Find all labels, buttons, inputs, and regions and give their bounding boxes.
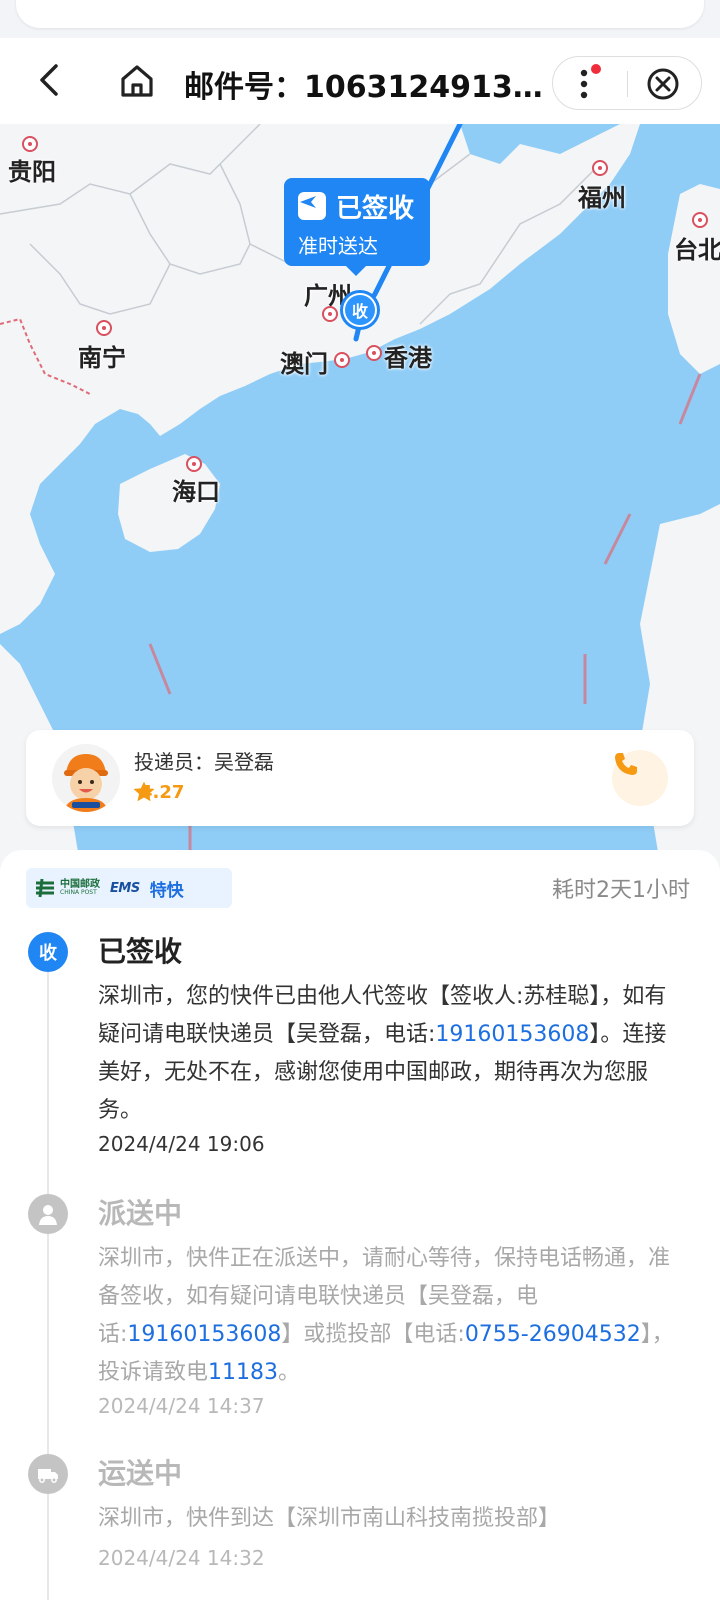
event-description: 深圳市，快件到达【深圳市南山科技南揽投部】 xyxy=(98,1500,684,1538)
header-bar: 邮件号：1063124913... xyxy=(0,38,720,124)
event-time: 2024/4/24 19:06 xyxy=(98,1132,265,1156)
close-circle-icon xyxy=(647,68,679,100)
capsule-divider xyxy=(627,71,628,97)
phone-icon xyxy=(615,753,637,775)
phone-link[interactable]: 11183 xyxy=(208,1360,278,1385)
desc-text: 深圳市，快件到达【深圳市南山科技南揽投部】 xyxy=(98,1506,561,1531)
back-button[interactable] xyxy=(30,60,70,100)
service-type: 特快 xyxy=(149,880,184,901)
receive-location-marker[interactable]: 收 xyxy=(340,290,380,330)
phone-link[interactable]: 19160153608 xyxy=(127,1322,281,1347)
city-label-guiyang: 贵阳 xyxy=(8,158,56,186)
route-map[interactable]: 贵阳 福州 台北 广州 南宁 澳门 香港 海口 已签收 准时送达 收 投递员：吴… xyxy=(0,124,720,864)
event-description: 深圳市，您的快件已由他人代签收【签收人:苏桂聪】，如有疑问请电联快递员【吴登磊，… xyxy=(98,978,684,1130)
carrier-brand: 中国邮政 CHINA POST EMS 特快 xyxy=(26,868,232,908)
phone-link[interactable]: 0755-26904532 xyxy=(465,1322,641,1347)
city-dot-haikou xyxy=(186,456,202,472)
event-time: 2024/4/24 14:32 xyxy=(98,1546,265,1570)
courier-person-icon xyxy=(28,1194,68,1234)
city-dot xyxy=(22,136,38,152)
desc-text: 】或揽投部【电话: xyxy=(281,1322,465,1347)
china-post-icon xyxy=(36,878,54,898)
home-button[interactable] xyxy=(116,60,158,102)
city-label-haikou: 海口 xyxy=(172,478,220,506)
city-guiyang xyxy=(22,136,38,152)
bubble-status: 已签收 xyxy=(336,194,415,224)
timeline-line xyxy=(47,958,49,1600)
plane-icon xyxy=(298,192,326,220)
ems-logo: EMS xyxy=(110,880,140,896)
courier-card[interactable]: 投递员：吴登磊 4.27 xyxy=(26,730,694,826)
city-dot-guangzhou xyxy=(322,306,338,322)
event-status: 派送中 xyxy=(98,1197,183,1230)
city-label-nanning: 南宁 xyxy=(78,344,126,372)
city-dot-fuzhou xyxy=(592,160,608,176)
brand-en: CHINA POST xyxy=(60,889,97,896)
courier-avatar xyxy=(52,744,120,812)
city-label-taipei: 台北 xyxy=(674,236,720,264)
event-status: 运送中 xyxy=(98,1457,183,1490)
city-label-hongkong: 香港 xyxy=(384,344,432,372)
truck-icon xyxy=(28,1454,68,1494)
signed-icon: 收 xyxy=(28,932,68,972)
half-star-icon xyxy=(134,782,154,802)
more-dots-icon xyxy=(580,64,601,99)
mini-program-capsule xyxy=(552,56,702,110)
city-dot-taipei xyxy=(692,212,708,228)
city-label-macau: 澳门 xyxy=(280,350,328,378)
china-post-logo: 中国邮政 CHINA POST xyxy=(34,877,100,899)
more-button[interactable] xyxy=(567,63,611,105)
call-courier-button[interactable] xyxy=(612,750,668,806)
city-dot-hongkong xyxy=(366,345,382,361)
city-dot-macau xyxy=(334,352,350,368)
courier-rating: 4.27 xyxy=(134,782,184,803)
bubble-subtitle: 准时送达 xyxy=(298,234,378,258)
courier-name: 投递员：吴登磊 xyxy=(134,750,274,774)
tracking-detail-sheet: 中国邮政 CHINA POST EMS 特快 耗时2天1小时 收 已签收 深圳市… xyxy=(0,850,720,1600)
event-time: 2024/4/24 14:37 xyxy=(98,1394,265,1418)
page-title: 邮件号：1063124913... xyxy=(184,70,544,105)
event-status: 已签收 xyxy=(98,935,183,968)
home-icon xyxy=(121,65,153,97)
delivery-status-bubble[interactable]: 已签收 准时送达 xyxy=(284,178,430,276)
chevron-left-icon xyxy=(40,64,58,96)
elapsed-time: 耗时2天1小时 xyxy=(552,878,690,903)
top-sheet xyxy=(16,0,704,28)
city-label-fuzhou: 福州 xyxy=(578,184,626,212)
event-description: 深圳市，快件正在派送中，请耐心等待，保持电话畅通，准备签收，如有疑问请电联快递员… xyxy=(98,1240,684,1392)
desc-text: 。 xyxy=(278,1360,301,1385)
receive-marker-label: 收 xyxy=(345,295,375,325)
app-screen: 邮件号：1063124913... 贵阳 福州 台北 广州 南宁 澳门 香港 海… xyxy=(0,0,720,1600)
city-dot-nanning xyxy=(96,320,112,336)
close-button[interactable] xyxy=(639,63,687,105)
phone-link[interactable]: 19160153608 xyxy=(435,1022,589,1047)
